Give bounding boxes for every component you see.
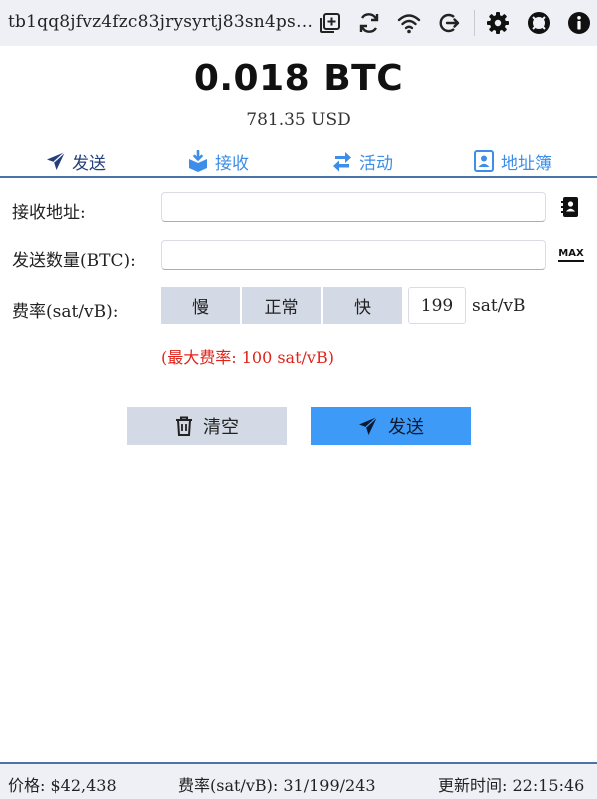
tab-receive-label: 接收 bbox=[215, 153, 249, 174]
fee-status: 费率(sat/vB): 31/199/243 bbox=[178, 776, 376, 795]
add-account-icon[interactable] bbox=[317, 10, 343, 36]
tab-address-book[interactable]: 地址簿 bbox=[473, 146, 552, 176]
address-book-icon bbox=[473, 150, 495, 172]
fee-unit: sat/vB bbox=[472, 296, 526, 316]
clear-button[interactable]: 清空 bbox=[127, 407, 287, 445]
toolbar-divider bbox=[474, 10, 475, 36]
tab-activity-label: 活动 bbox=[359, 153, 393, 174]
tab-send[interactable]: 发送 bbox=[46, 146, 106, 176]
status-bar: 价格: $42,438 费率(sat/vB): 31/199/243 更新时间:… bbox=[0, 762, 597, 799]
max-button[interactable]: MAX bbox=[556, 243, 586, 267]
fee-normal-button[interactable]: 正常 bbox=[242, 287, 321, 324]
info-icon[interactable] bbox=[566, 10, 592, 36]
amount-input[interactable] bbox=[161, 240, 546, 270]
tab-activity[interactable]: 活动 bbox=[331, 146, 393, 176]
send-icon bbox=[358, 416, 378, 436]
clear-button-label: 清空 bbox=[203, 417, 239, 438]
fee-fast-button[interactable]: 快 bbox=[323, 287, 402, 324]
contacts-icon[interactable] bbox=[558, 195, 582, 219]
send-button-label: 发送 bbox=[388, 417, 424, 438]
send-button[interactable]: 发送 bbox=[311, 407, 471, 445]
settings-icon[interactable] bbox=[485, 10, 511, 36]
help-icon[interactable] bbox=[526, 10, 552, 36]
fee-rate-input[interactable] bbox=[408, 287, 466, 324]
fee-slow-button[interactable]: 慢 bbox=[161, 287, 240, 324]
top-bar: tb1qq8jfvz4fzc83jrysyrtj83sn4ps0... bbox=[0, 0, 597, 46]
activity-icon bbox=[331, 150, 353, 172]
max-fee-warning: (最大费率: 100 sat/vB) bbox=[161, 348, 334, 367]
address-input[interactable] bbox=[161, 192, 546, 222]
tab-bar: 发送 接收 活动 地址簿 bbox=[0, 146, 597, 178]
balance-usd: 781.35 USD bbox=[246, 110, 351, 130]
balance-btc: 0.018 BTC bbox=[193, 58, 404, 99]
wallet-address[interactable]: tb1qq8jfvz4fzc83jrysyrtj83sn4ps0... bbox=[8, 12, 313, 32]
address-label: 接收地址: bbox=[12, 203, 86, 223]
trash-icon bbox=[175, 416, 193, 436]
max-label: MAX bbox=[558, 248, 584, 262]
fee-label: 费率(sat/vB): bbox=[12, 302, 119, 322]
tab-send-label: 发送 bbox=[72, 153, 106, 174]
amount-label: 发送数量(BTC): bbox=[12, 251, 136, 271]
logout-icon[interactable] bbox=[436, 10, 462, 36]
refresh-icon[interactable] bbox=[356, 10, 382, 36]
tab-receive[interactable]: 接收 bbox=[187, 146, 249, 176]
receive-icon bbox=[187, 150, 209, 172]
wifi-icon[interactable] bbox=[396, 10, 422, 36]
price-status: 价格: $42,438 bbox=[8, 776, 117, 795]
update-time-status: 更新时间: 22:15:46 bbox=[438, 776, 585, 795]
tab-address-book-label: 地址簿 bbox=[501, 153, 552, 174]
send-icon bbox=[46, 151, 66, 171]
